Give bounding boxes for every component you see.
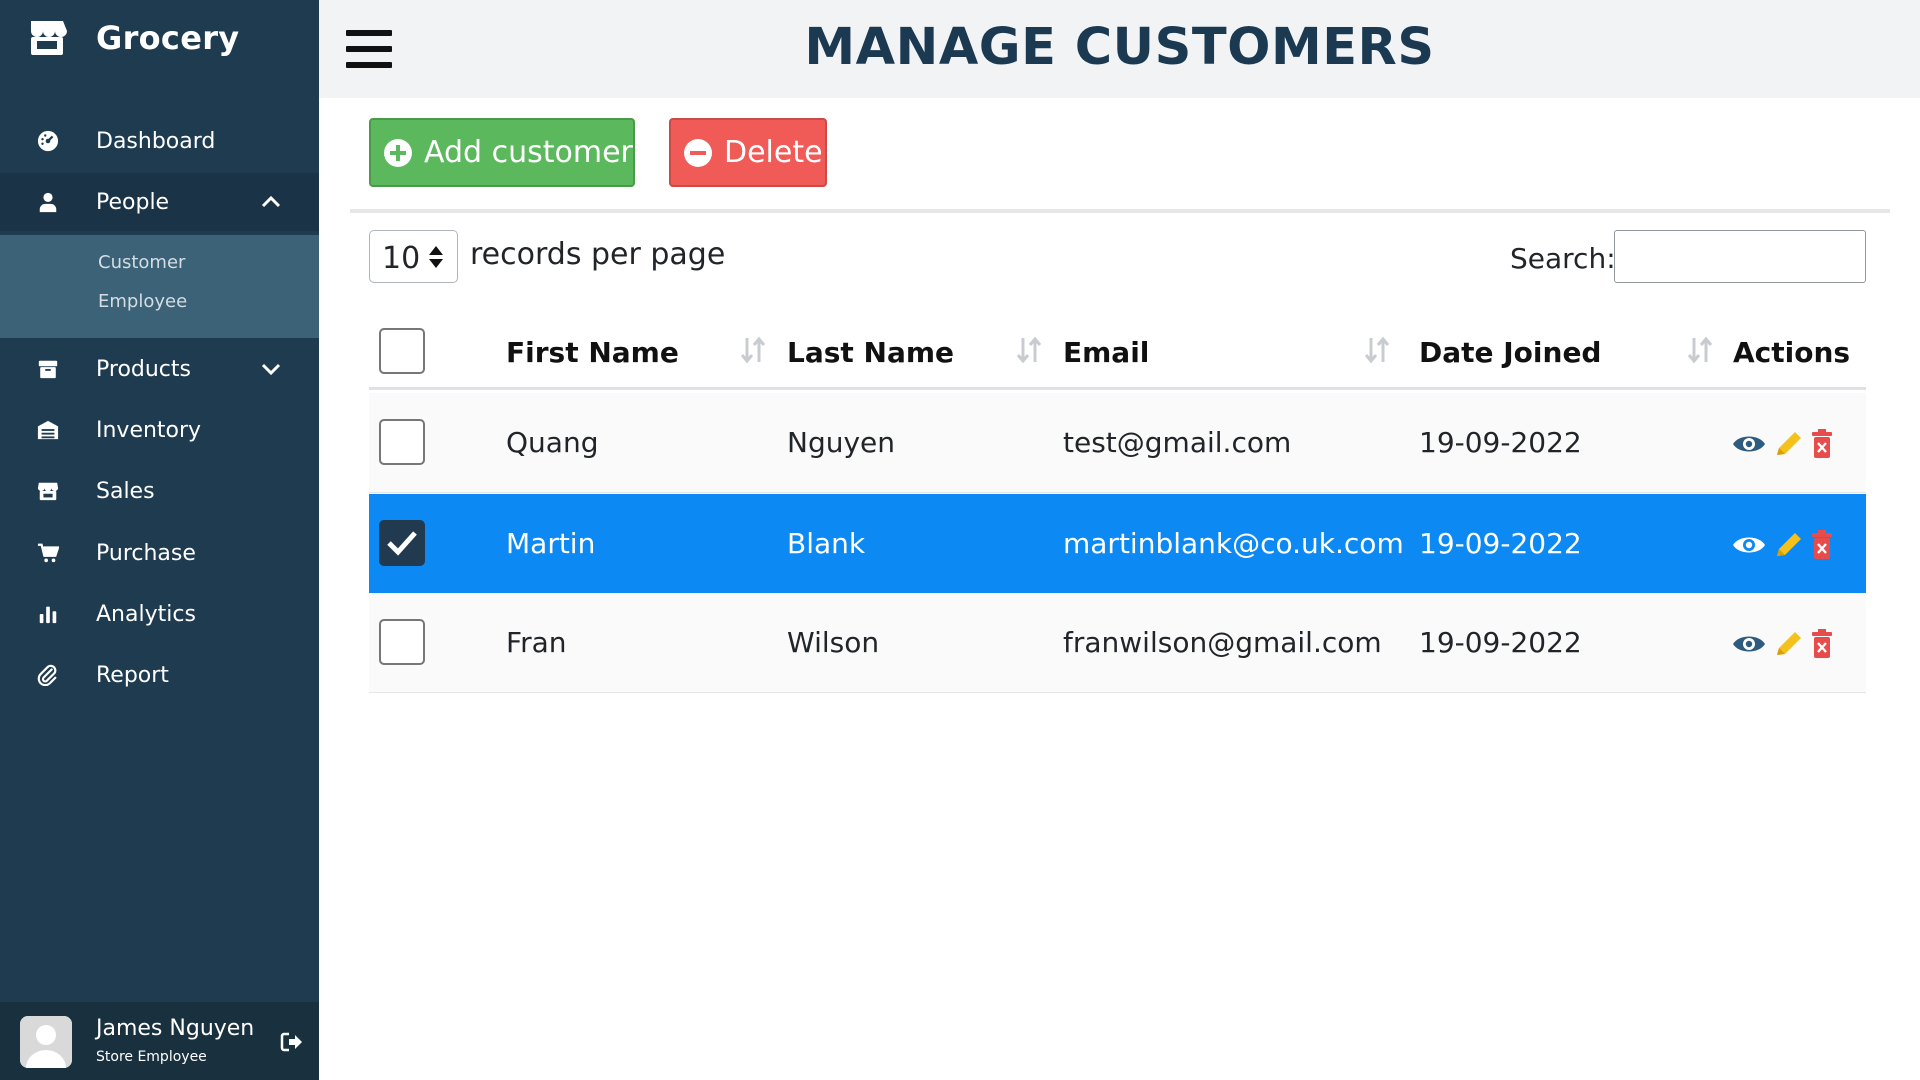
- sort-icon[interactable]: [1015, 334, 1043, 366]
- paperclip-icon: [35, 662, 61, 688]
- person-icon: [35, 189, 61, 215]
- cell-email: test@gmail.com: [1063, 426, 1292, 459]
- cell-date-joined: 19-09-2022: [1419, 527, 1582, 560]
- top-header: MANAGE CUSTOMERS: [319, 0, 1920, 98]
- page-title: MANAGE CUSTOMERS: [804, 18, 1435, 77]
- row-checkbox-checked[interactable]: [379, 520, 425, 566]
- row-checkbox[interactable]: [379, 419, 425, 465]
- user-name: James Nguyen: [96, 1016, 255, 1041]
- column-header-actions: Actions: [1733, 336, 1851, 369]
- column-header-email[interactable]: Email: [1063, 336, 1149, 369]
- column-header-first-name[interactable]: First Name: [506, 336, 679, 369]
- eye-icon[interactable]: [1732, 629, 1766, 659]
- sort-icon[interactable]: [739, 334, 767, 366]
- avatar[interactable]: [20, 1016, 72, 1068]
- add-customer-label: Add customer: [424, 135, 633, 170]
- sidebar-item-sales[interactable]: Sales: [0, 462, 319, 520]
- minus-circle-icon: [684, 138, 712, 167]
- cell-first-name: Martin: [506, 527, 596, 560]
- cell-email: franwilson@gmail.com: [1063, 626, 1382, 659]
- sidebar-item-dashboard[interactable]: Dashboard: [0, 112, 319, 170]
- delete-button[interactable]: Delete: [669, 118, 827, 187]
- divider: [350, 209, 1890, 213]
- sidebar-item-label: Report: [96, 662, 169, 688]
- eye-icon[interactable]: [1732, 429, 1766, 459]
- trash-icon[interactable]: [1805, 629, 1839, 659]
- sidebar-item-products[interactable]: Products: [0, 340, 319, 398]
- table-row-selected[interactable]: Martin Blank martinblank@co.uk.com 19-09…: [369, 494, 1866, 594]
- select-all-checkbox[interactable]: [379, 328, 425, 374]
- pencil-icon[interactable]: [1772, 530, 1806, 560]
- sort-updown-icon: [429, 246, 443, 268]
- logout-icon[interactable]: [279, 1030, 303, 1054]
- warehouse-icon: [35, 417, 61, 443]
- cart-icon: [35, 540, 61, 566]
- cell-date-joined: 19-09-2022: [1419, 626, 1582, 659]
- search-input[interactable]: [1614, 230, 1866, 283]
- table-row[interactable]: Quang Nguyen test@gmail.com 19-09-2022: [369, 393, 1866, 493]
- sidebar-item-label: People: [96, 189, 170, 215]
- column-header-last-name[interactable]: Last Name: [787, 336, 954, 369]
- row-checkbox[interactable]: [379, 619, 425, 665]
- submenu-item-employee[interactable]: Employee: [98, 291, 187, 312]
- sidebar-item-report[interactable]: Report: [0, 646, 319, 704]
- pencil-icon[interactable]: [1772, 429, 1806, 459]
- dashboard-gauge-icon: [35, 128, 61, 154]
- store-logo-icon: [31, 21, 67, 55]
- user-avatar-icon: [20, 1016, 72, 1068]
- brand-name: Grocery: [96, 19, 240, 57]
- records-per-page-label: records per page: [470, 237, 726, 272]
- sidebar-item-label: Dashboard: [96, 128, 216, 154]
- bar-chart-icon: [35, 601, 61, 627]
- sidebar-item-label: Analytics: [96, 601, 196, 627]
- cell-first-name: Quang: [506, 426, 599, 459]
- box-icon: [35, 356, 61, 382]
- trash-icon[interactable]: [1805, 429, 1839, 459]
- sort-icon[interactable]: [1686, 334, 1714, 366]
- sidebar-item-inventory[interactable]: Inventory: [0, 401, 319, 459]
- pencil-icon[interactable]: [1772, 629, 1806, 659]
- chevron-down-icon[interactable]: [258, 356, 284, 382]
- cell-email: martinblank@co.uk.com: [1063, 527, 1404, 560]
- cell-first-name: Fran: [506, 626, 567, 659]
- search-label: Search:: [1510, 242, 1616, 275]
- table-header: First Name Last Name Email Date Joined A…: [369, 320, 1866, 390]
- hamburger-menu-icon[interactable]: [346, 30, 392, 68]
- sidebar-item-label: Sales: [96, 478, 155, 504]
- sidebar-item-label: Purchase: [96, 540, 196, 566]
- user-profile-bar: James Nguyen Store Employee: [0, 1002, 319, 1080]
- delete-label: Delete: [724, 135, 823, 170]
- cell-last-name: Blank: [787, 527, 866, 560]
- sidebar-item-label: Inventory: [96, 417, 202, 443]
- chevron-up-icon[interactable]: [258, 189, 284, 215]
- cell-date-joined: 19-09-2022: [1419, 426, 1582, 459]
- sidebar: Grocery Dashboard People Customer Employ…: [0, 0, 319, 1080]
- sidebar-item-analytics[interactable]: Analytics: [0, 585, 319, 643]
- column-header-date-joined[interactable]: Date Joined: [1419, 336, 1601, 369]
- brand[interactable]: Grocery: [26, 16, 239, 60]
- user-role: Store Employee: [96, 1049, 207, 1065]
- cell-last-name: Wilson: [787, 626, 880, 659]
- cell-last-name: Nguyen: [787, 426, 896, 459]
- trash-icon[interactable]: [1805, 530, 1839, 560]
- sidebar-item-people[interactable]: People: [0, 173, 319, 231]
- sort-icon[interactable]: [1363, 334, 1391, 366]
- eye-icon[interactable]: [1732, 530, 1766, 560]
- page-size-select[interactable]: 10: [369, 230, 458, 283]
- table-row[interactable]: Fran Wilson franwilson@gmail.com 19-09-2…: [369, 593, 1866, 693]
- people-submenu: Customer Employee: [0, 235, 319, 338]
- add-customer-button[interactable]: Add customer: [369, 118, 635, 187]
- sidebar-item-purchase[interactable]: Purchase: [0, 524, 319, 582]
- plus-circle-icon: [384, 138, 412, 167]
- page-size-value: 10: [382, 241, 421, 276]
- submenu-item-customer[interactable]: Customer: [98, 252, 185, 273]
- sidebar-item-label: Products: [96, 356, 191, 382]
- store-icon: [35, 478, 61, 504]
- checkmark-icon: [387, 531, 417, 556]
